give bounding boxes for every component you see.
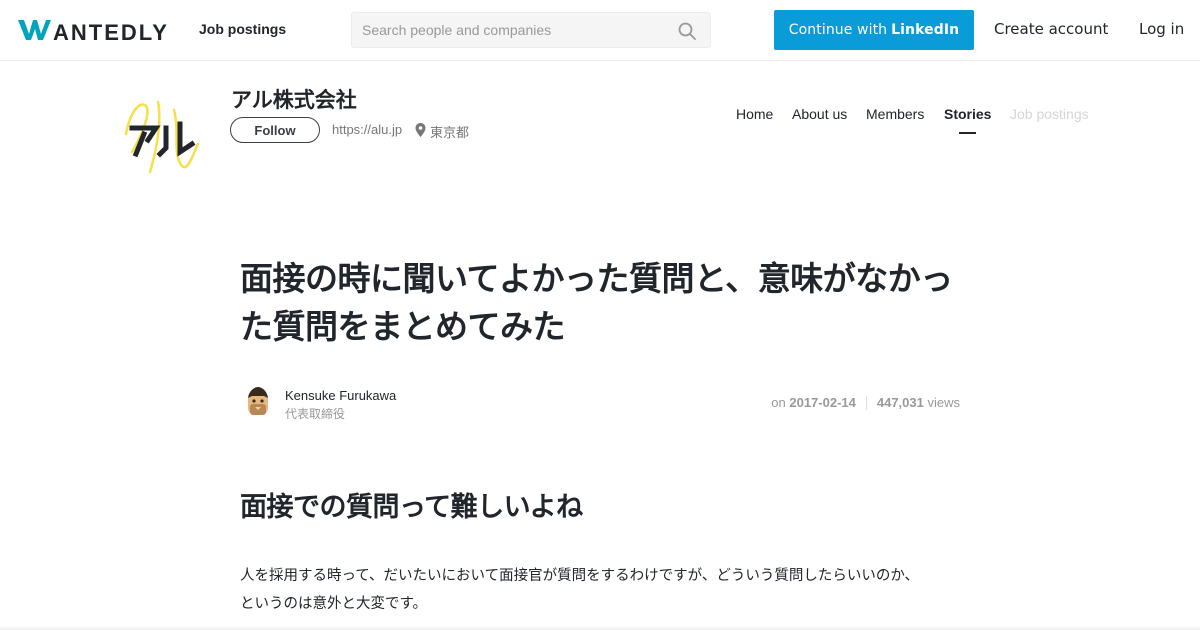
tab-about-us[interactable]: About us: [792, 106, 847, 122]
company-url-link[interactable]: https://alu.jp: [332, 122, 402, 137]
publish-date: 2017-02-14: [789, 395, 856, 410]
author-name[interactable]: Kensuke Furukawa: [285, 388, 396, 403]
search-input[interactable]: [352, 13, 662, 47]
location-pin-icon: [415, 123, 426, 137]
top-navbar: ANTEDLY Job postings Continue with Linke…: [0, 0, 1200, 61]
tab-members[interactable]: Members: [866, 106, 924, 122]
wantedly-logo[interactable]: ANTEDLY: [18, 16, 170, 44]
continue-with-linkedin-button[interactable]: Continue with LinkedIn: [774, 10, 974, 50]
tab-job-postings: Job postings: [1010, 106, 1089, 122]
tab-home[interactable]: Home: [736, 106, 773, 122]
tab-stories[interactable]: Stories: [944, 106, 991, 122]
login-link[interactable]: Log in: [1139, 20, 1184, 38]
linkedin-button-prefix: Continue with: [788, 22, 888, 38]
follow-button[interactable]: Follow: [230, 117, 320, 143]
article-body: 人を採用する時って、だいたいにおいて面接官が質問をするわけですが、どういう質問し…: [240, 562, 960, 618]
company-location: 東京都: [430, 126, 470, 141]
section-heading: 面接での質問って難しいよね: [240, 492, 583, 523]
date-prefix: on: [771, 395, 786, 410]
nav-job-postings[interactable]: Job postings: [199, 21, 286, 37]
create-account-link[interactable]: Create account: [994, 20, 1108, 38]
views-label: views: [927, 395, 960, 410]
search-icon[interactable]: [678, 22, 696, 40]
search-box: [351, 12, 711, 48]
svg-text:ANTEDLY: ANTEDLY: [53, 20, 169, 43]
linkedin-brand-label: LinkedIn: [891, 22, 960, 38]
views-count: 447,031: [876, 395, 924, 410]
company-name[interactable]: アル株式会社: [231, 84, 357, 114]
wantedly-logo-mark: ANTEDLY: [18, 20, 169, 43]
bottom-edge-shadow: [0, 626, 1200, 630]
meta-divider: [865, 395, 867, 410]
article-body-line: 人を採用する時って、だいたいにおいて面接官が質問をするわけですが、どういう質問し…: [240, 568, 920, 584]
company-logo[interactable]: [118, 92, 204, 178]
article-body-line: というのは意外と大変です。: [240, 596, 428, 612]
author-role: 代表取締役: [285, 407, 346, 421]
author-avatar[interactable]: [244, 386, 272, 416]
article-meta: on 2017-02-14 447,031 views: [771, 395, 960, 410]
article-title: 面接の時に聞いてよかった質問と、意味がなかった質問をまとめてみた: [240, 259, 953, 346]
active-tab-indicator: [959, 132, 976, 134]
